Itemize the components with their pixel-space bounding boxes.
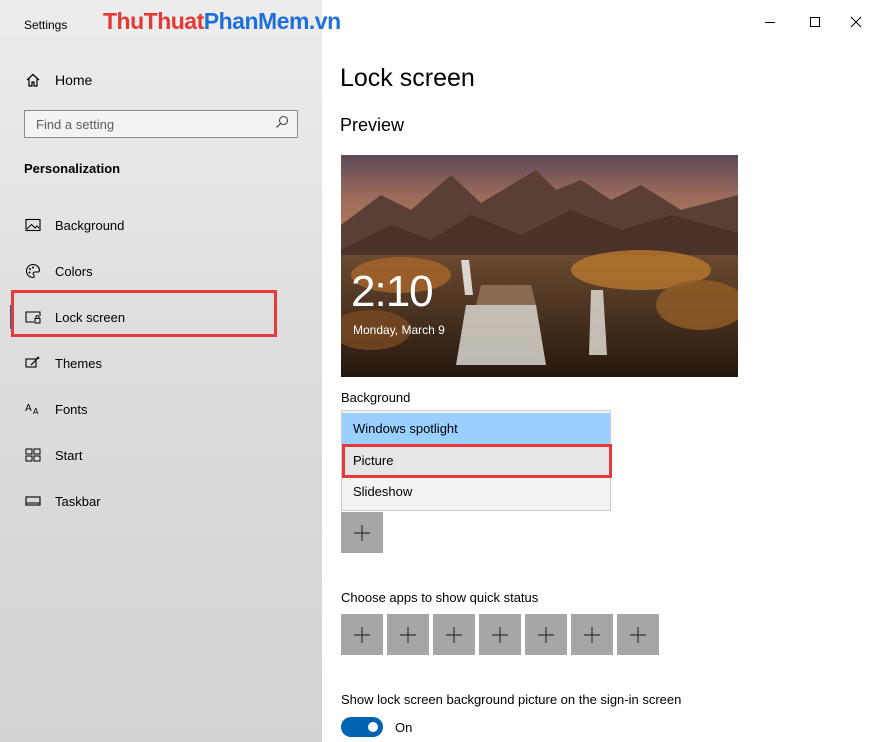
picture-icon (24, 216, 42, 234)
quick-status-slot[interactable] (433, 614, 475, 655)
sidebar-item-label: Taskbar (55, 493, 101, 509)
sidebar-item-taskbar[interactable]: Taskbar (24, 489, 101, 513)
close-icon[interactable] (840, 10, 870, 34)
plus-icon (538, 626, 554, 643)
home-label: Home (55, 72, 93, 88)
sidebar: Settings ThuThuatPhanMem.vn Home Find a … (0, 0, 341, 742)
plus-icon (492, 626, 508, 643)
palette-icon (24, 262, 42, 280)
sidebar-item-label: Colors (55, 263, 93, 279)
minimize-icon[interactable] (754, 10, 786, 34)
svg-text:A: A (25, 403, 32, 414)
highlight-annotation (342, 444, 612, 478)
home-nav-item[interactable]: Home (24, 68, 92, 92)
add-detailed-status-app-button[interactable] (341, 512, 383, 553)
app-title: Settings (24, 18, 68, 32)
search-input[interactable]: Find a setting (24, 110, 298, 138)
sidebar-item-label: Fonts (55, 401, 88, 417)
sidebar-item-label: Start (55, 447, 83, 463)
plus-icon (354, 524, 370, 541)
start-icon (24, 446, 42, 464)
toggle-knob (368, 722, 378, 732)
fonts-icon: AA (24, 400, 42, 418)
themes-icon (24, 354, 42, 372)
sidebar-item-label: Themes (55, 355, 102, 371)
preview-time: 2:10 (351, 267, 434, 316)
lock-screen-preview: 2:10 Monday, March 9 (341, 155, 738, 377)
sidebar-item-background[interactable]: Background (24, 213, 124, 237)
plus-icon (584, 626, 600, 643)
sidebar-item-themes[interactable]: Themes (24, 351, 102, 375)
section-label: Personalization (24, 161, 121, 176)
quick-status-slot[interactable] (571, 614, 613, 655)
plus-icon (446, 626, 462, 643)
sidebar-item-label: Background (55, 217, 125, 233)
sidebar-item-fonts[interactable]: AA Fonts (24, 397, 88, 421)
quick-status-slot[interactable] (479, 614, 521, 655)
svg-text:A: A (33, 407, 39, 416)
taskbar-icon (24, 492, 42, 510)
signin-background-label: Show lock screen background picture on t… (341, 692, 682, 707)
quick-status-slot[interactable] (387, 614, 429, 655)
home-icon (24, 71, 42, 89)
plus-icon (354, 626, 370, 643)
sidebar-item-colors[interactable]: Colors (24, 259, 93, 283)
quick-status-slot[interactable] (341, 614, 383, 655)
dropdown-option-windows-spotlight[interactable]: Windows spotlight (342, 413, 610, 444)
maximize-icon[interactable] (799, 10, 831, 34)
background-label: Background (341, 390, 411, 405)
toggle-state-label: On (395, 720, 413, 735)
highlight-annotation (11, 290, 277, 337)
sidebar-item-start[interactable]: Start (24, 443, 82, 467)
dropdown-option-slideshow[interactable]: Slideshow (342, 476, 610, 507)
watermark-logo: ThuThuatPhanMem.vn (103, 8, 341, 34)
search-icon (275, 115, 289, 134)
page-title: Lock screen (340, 64, 475, 92)
preview-heading: Preview (340, 115, 405, 135)
quick-status-slot[interactable] (525, 614, 567, 655)
signin-background-toggle[interactable] (341, 717, 383, 737)
quick-status-slot[interactable] (617, 614, 659, 655)
preview-date: Monday, March 9 (353, 323, 445, 337)
search-placeholder: Find a setting (36, 116, 115, 132)
plus-icon (400, 626, 416, 643)
quick-status-label: Choose apps to show quick status (341, 590, 539, 605)
plus-icon (630, 626, 646, 643)
mountain-landscape-image (341, 155, 738, 377)
